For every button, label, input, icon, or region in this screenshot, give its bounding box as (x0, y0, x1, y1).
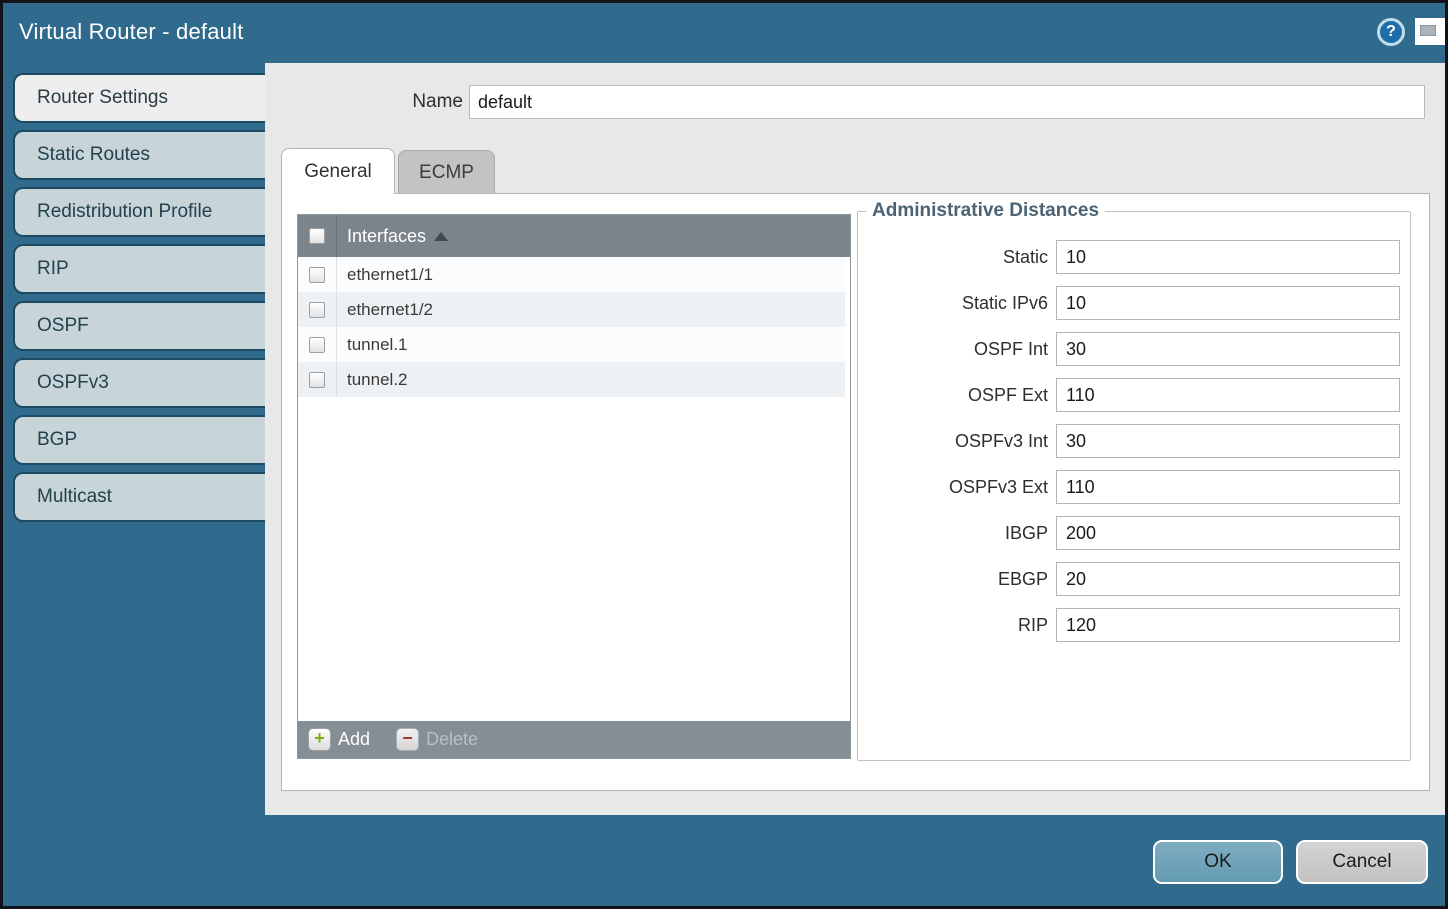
maximize-icon-inner (1420, 25, 1436, 36)
help-icon[interactable]: ? (1377, 18, 1405, 46)
maximize-icon[interactable] (1415, 18, 1445, 45)
interfaces-rows: ethernet1/1 ethernet1/2 tunnel.1 (298, 257, 850, 721)
add-button[interactable]: + Add (308, 728, 370, 751)
interface-name: ethernet1/1 (347, 265, 433, 285)
row-checkbox-cell (298, 292, 337, 327)
ibgp-input[interactable] (1056, 516, 1400, 550)
tab-general[interactable]: General (281, 148, 395, 194)
sidebar-item-ospf[interactable]: OSPF (13, 301, 265, 351)
table-row[interactable]: tunnel.2 (298, 362, 845, 397)
ebgp-label: EBGP (858, 569, 1048, 590)
ospf-int-label: OSPF Int (858, 339, 1048, 360)
interfaces-table: Interfaces ethernet1/1 ethernet (297, 214, 851, 759)
admin-distance-row: IBGP (858, 516, 1410, 550)
admin-distance-row: OSPFv3 Ext (858, 470, 1410, 504)
row-checkbox[interactable] (309, 267, 325, 283)
select-all-checkbox[interactable] (309, 228, 325, 244)
row-checkbox-cell (298, 327, 337, 362)
delete-button-label: Delete (426, 729, 478, 750)
content-area: Name ECMP General Interfaces (265, 63, 1445, 815)
delete-minus-icon: − (396, 728, 419, 751)
row-checkbox[interactable] (309, 337, 325, 353)
interface-name: tunnel.1 (347, 335, 408, 355)
dialog-title: Virtual Router - default (19, 19, 244, 45)
ospfv3-ext-label: OSPFv3 Ext (858, 477, 1048, 498)
admin-distance-row: OSPF Ext (858, 378, 1410, 412)
ospfv3-int-label: OSPFv3 Int (858, 431, 1048, 452)
ospfv3-ext-input[interactable] (1056, 470, 1400, 504)
interface-name: tunnel.2 (347, 370, 408, 390)
rip-input[interactable] (1056, 608, 1400, 642)
row-checkbox[interactable] (309, 372, 325, 388)
table-row[interactable]: ethernet1/2 (298, 292, 845, 327)
static-input[interactable] (1056, 240, 1400, 274)
admin-distance-row: Static (858, 240, 1410, 274)
sidebar-item-static-routes[interactable]: Static Routes (13, 130, 265, 180)
add-plus-icon: + (308, 728, 331, 751)
row-checkbox-cell (298, 362, 337, 397)
sidebar-item-router-settings[interactable]: Router Settings (13, 73, 265, 123)
static-ipv6-label: Static IPv6 (858, 293, 1048, 314)
row-checkbox[interactable] (309, 302, 325, 318)
select-all-cell (298, 215, 337, 257)
name-input[interactable] (469, 85, 1425, 119)
sidebar-item-rip[interactable]: RIP (13, 244, 265, 294)
admin-distance-row: Static IPv6 (858, 286, 1410, 320)
ospf-ext-label: OSPF Ext (858, 385, 1048, 406)
interfaces-column-header[interactable]: Interfaces (347, 226, 426, 247)
static-ipv6-input[interactable] (1056, 286, 1400, 320)
admin-distance-row: EBGP (858, 562, 1410, 596)
rip-label: RIP (858, 615, 1048, 636)
row-checkbox-cell (298, 257, 337, 292)
ebgp-input[interactable] (1056, 562, 1400, 596)
add-button-label: Add (338, 729, 370, 750)
ok-button[interactable]: OK (1153, 840, 1283, 884)
static-label: Static (858, 247, 1048, 268)
administrative-distances-title: Administrative Distances (866, 200, 1105, 222)
admin-distance-row: RIP (858, 608, 1410, 642)
delete-button[interactable]: − Delete (396, 728, 478, 751)
sidebar-item-multicast[interactable]: Multicast (13, 472, 265, 522)
ibgp-label: IBGP (858, 523, 1048, 544)
tab-ecmp[interactable]: ECMP (398, 150, 495, 194)
ospf-ext-input[interactable] (1056, 378, 1400, 412)
name-label: Name (325, 91, 463, 113)
general-tab-panel: Interfaces ethernet1/1 ethernet (281, 193, 1430, 791)
interfaces-header[interactable]: Interfaces (298, 215, 850, 257)
table-row[interactable]: tunnel.1 (298, 327, 845, 362)
virtual-router-dialog: Virtual Router - default ? Router Settin… (0, 0, 1448, 909)
administrative-distances-group: Administrative Distances Static Static I… (857, 200, 1411, 761)
interfaces-toolbar: + Add − Delete (298, 721, 850, 758)
table-row[interactable]: ethernet1/1 (298, 257, 845, 292)
sort-ascending-icon (434, 232, 448, 241)
sidebar-item-redistribution-profile[interactable]: Redistribution Profile (13, 187, 265, 237)
interface-name: ethernet1/2 (347, 300, 433, 320)
admin-distance-row: OSPF Int (858, 332, 1410, 366)
sidebar-item-ospfv3[interactable]: OSPFv3 (13, 358, 265, 408)
ospf-int-input[interactable] (1056, 332, 1400, 366)
admin-distance-row: OSPFv3 Int (858, 424, 1410, 458)
sidebar-item-bgp[interactable]: BGP (13, 415, 265, 465)
cancel-button[interactable]: Cancel (1296, 840, 1428, 884)
ospfv3-int-input[interactable] (1056, 424, 1400, 458)
